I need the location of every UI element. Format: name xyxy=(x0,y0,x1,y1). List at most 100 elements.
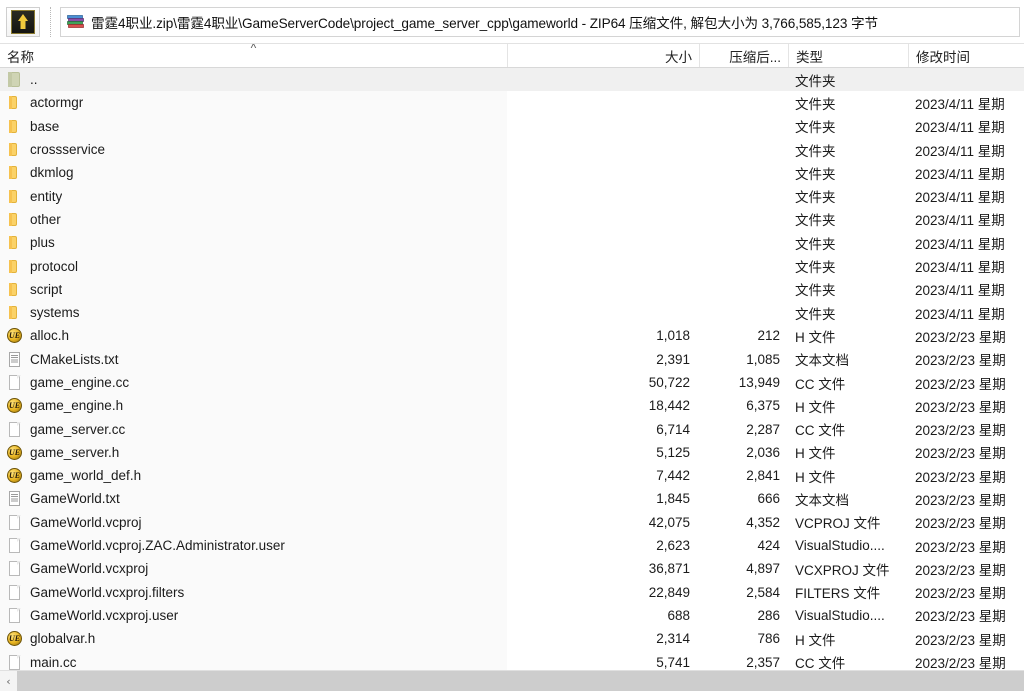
file-type-cell: FILTERS 文件 xyxy=(795,586,881,602)
file-name-label: plus xyxy=(30,235,55,251)
file-size-cell: 36,871 xyxy=(648,561,690,577)
file-name-label: main.cc xyxy=(30,654,77,670)
toolbar: 雷霆4职业.zip\雷霆4职业\GameServerCode\project_g… xyxy=(0,0,1024,44)
ultraedit-icon xyxy=(6,327,23,344)
file-type-cell: VisualStudio.... xyxy=(795,538,885,554)
file-modified-cell: 2023/2/23 星期 xyxy=(915,423,1006,439)
file-modified-cell: 2023/2/23 星期 xyxy=(915,376,1006,392)
file-compressed-cell: 2,036 xyxy=(746,444,780,460)
arrow-up-icon xyxy=(11,9,35,34)
file-row[interactable]: systems 文件夹 2023/4/11 星期 xyxy=(0,300,1024,325)
file-row[interactable]: GameWorld.vcxproj 36,871 4,897 VCXPROJ 文件 20… xyxy=(0,557,1024,581)
file-row[interactable]: protocol 文件夹 2023/4/11 星期 xyxy=(0,254,1024,278)
file-compressed-cell: 666 xyxy=(757,491,780,507)
file-row[interactable]: entity 文件夹 2023/4/11 星期 xyxy=(0,184,1024,208)
file-row[interactable]: GameWorld.vcproj 42,075 4,352 VCPROJ 文件 2023… xyxy=(0,510,1024,534)
ultraedit-icon xyxy=(6,630,23,647)
file-name-label: entity xyxy=(30,188,63,204)
file-modified-cell: 2023/4/11 星期 xyxy=(915,306,1005,322)
navigate-up-button[interactable] xyxy=(6,6,40,37)
file-row-name-cell: CMakeLists.txt xyxy=(0,347,507,371)
file-row[interactable]: plus 文件夹 2023/4/11 星期 xyxy=(0,231,1024,255)
doc-icon xyxy=(6,560,23,577)
file-name-label: game_world_def.h xyxy=(30,468,142,484)
file-modified-cell: 2023/4/11 星期 xyxy=(915,143,1005,159)
file-row-name-cell: game_world_def.h xyxy=(0,464,507,488)
file-row[interactable]: script 文件夹 2023/4/11 星期 xyxy=(0,277,1024,301)
file-row-name-cell: GameWorld.vcproj xyxy=(0,510,507,534)
file-row[interactable]: game_engine.cc 50,722 13,949 CC 文件 2023/2/23… xyxy=(0,370,1024,395)
file-size-cell: 1,845 xyxy=(656,491,690,507)
file-modified-cell: 2023/2/23 星期 xyxy=(915,516,1006,532)
file-compressed-cell: 4,897 xyxy=(746,561,780,577)
file-type-cell: H 文件 xyxy=(795,446,836,462)
folder-icon xyxy=(6,188,23,205)
file-modified-cell: 2023/2/23 星期 xyxy=(915,329,1006,345)
column-header-modified-label: 修改时间 xyxy=(916,49,970,65)
doc-icon xyxy=(6,607,23,624)
file-row[interactable]: main.cc 5,741 2,357 CC 文件 2023/2/23 星期 xyxy=(0,650,1024,670)
file-row[interactable]: crossservice 文件夹 2023/4/11 星期 xyxy=(0,137,1024,162)
column-header-size[interactable]: 大小 xyxy=(507,44,699,67)
file-row[interactable]: GameWorld.txt 1,845 666 文本文档 2023/2/23 星期 xyxy=(0,487,1024,511)
file-size-cell: 6,714 xyxy=(656,421,690,437)
file-compressed-cell: 2,841 xyxy=(746,468,780,484)
file-size-cell: 688 xyxy=(667,607,690,623)
file-type-cell: VisualStudio.... xyxy=(795,607,885,623)
file-row[interactable]: actormgr 文件夹 2023/4/11 星期 xyxy=(0,91,1024,115)
file-name-label: GameWorld.vcproj.ZAC.Administrator.user xyxy=(30,538,285,554)
file-row[interactable]: alloc.h 1,018 212 H 文件 2023/2/23 星期 xyxy=(0,324,1024,348)
file-row[interactable]: dkmlog 文件夹 2023/4/11 星期 xyxy=(0,161,1024,185)
file-row-name-cell: game_server.h xyxy=(0,440,507,465)
ultraedit-icon xyxy=(6,397,23,414)
file-row[interactable]: game_server.h 5,125 2,036 H 文件 2023/2/23 星期 xyxy=(0,440,1024,465)
column-header-compressed-label: 压缩后... xyxy=(729,49,781,65)
address-bar[interactable]: 雷霆4职业.zip\雷霆4职业\GameServerCode\project_g… xyxy=(60,6,1020,37)
file-row-name-cell: .. xyxy=(0,68,507,92)
file-row[interactable]: GameWorld.vcxproj.user 688 286 VisualStudio… xyxy=(0,603,1024,628)
file-name-label: game_engine.h xyxy=(30,398,124,414)
file-row[interactable]: globalvar.h 2,314 786 H 文件 2023/2/23 星期 xyxy=(0,627,1024,651)
column-header-name[interactable]: 名称 ^ xyxy=(0,44,507,67)
file-name-label: CMakeLists.txt xyxy=(30,351,119,367)
doc-icon xyxy=(6,537,23,554)
file-row[interactable]: GameWorld.vcxproj.filters 22,849 2,584 FILT… xyxy=(0,580,1024,604)
scrollbar-thumb[interactable] xyxy=(17,671,1024,691)
column-header-compressed[interactable]: 压缩后... xyxy=(699,44,788,67)
ultraedit-icon xyxy=(6,467,23,484)
file-size-cell: 5,741 xyxy=(656,654,690,670)
file-type-cell: 文件夹 xyxy=(795,283,836,299)
file-row[interactable]: other 文件夹 2023/4/11 星期 xyxy=(0,207,1024,232)
horizontal-scrollbar[interactable]: ‹ xyxy=(0,670,1024,691)
column-header-modified[interactable]: 修改时间 xyxy=(908,44,1024,67)
file-row[interactable]: base 文件夹 2023/4/11 星期 xyxy=(0,114,1024,138)
file-row[interactable]: game_server.cc 6,714 2,287 CC 文件 2023/2/23 星… xyxy=(0,417,1024,441)
scrollbar-track[interactable] xyxy=(17,671,1024,691)
file-row[interactable]: game_engine.h 18,442 6,375 H 文件 2023/2/23 星期 xyxy=(0,394,1024,418)
file-row-name-cell: GameWorld.vcxproj.user xyxy=(0,603,507,628)
column-header-type[interactable]: 类型 xyxy=(788,44,908,67)
file-name-label: GameWorld.vcxproj.filters xyxy=(30,584,185,600)
file-row-name-cell: GameWorld.vcxproj xyxy=(0,557,507,581)
file-type-cell: 文件夹 xyxy=(795,120,836,136)
file-type-cell: 文本文档 xyxy=(795,353,849,369)
file-row[interactable]: .. 文件夹 xyxy=(0,68,1024,92)
file-type-cell: CC 文件 xyxy=(795,656,846,670)
sort-ascending-icon: ^ xyxy=(250,44,257,55)
file-row[interactable]: game_world_def.h 7,442 2,841 H 文件 2023/2/23 … xyxy=(0,464,1024,488)
file-compressed-cell: 286 xyxy=(757,607,780,623)
scroll-left-arrow-icon[interactable]: ‹ xyxy=(0,671,17,691)
file-modified-cell: 2023/4/11 星期 xyxy=(915,120,1005,136)
file-size-cell: 7,442 xyxy=(656,468,690,484)
file-list[interactable]: .. 文件夹 actormgr 文件夹 2023/4/11 星期 base 文件夹 2023/… xyxy=(0,68,1024,670)
folder-icon xyxy=(6,141,23,158)
file-name-label: actormgr xyxy=(30,95,84,111)
folder-icon xyxy=(6,304,23,321)
file-name-label: GameWorld.vcxproj.user xyxy=(30,607,179,623)
file-row[interactable]: CMakeLists.txt 2,391 1,085 文本文档 2023/2/23 星期 xyxy=(0,347,1024,371)
file-name-label: dkmlog xyxy=(30,165,74,181)
file-modified-cell: 2023/4/11 星期 xyxy=(915,190,1005,206)
file-row[interactable]: GameWorld.vcproj.ZAC.Administrator.user 2… xyxy=(0,533,1024,558)
file-size-cell: 50,722 xyxy=(648,375,690,390)
file-name-label: .. xyxy=(30,72,38,88)
